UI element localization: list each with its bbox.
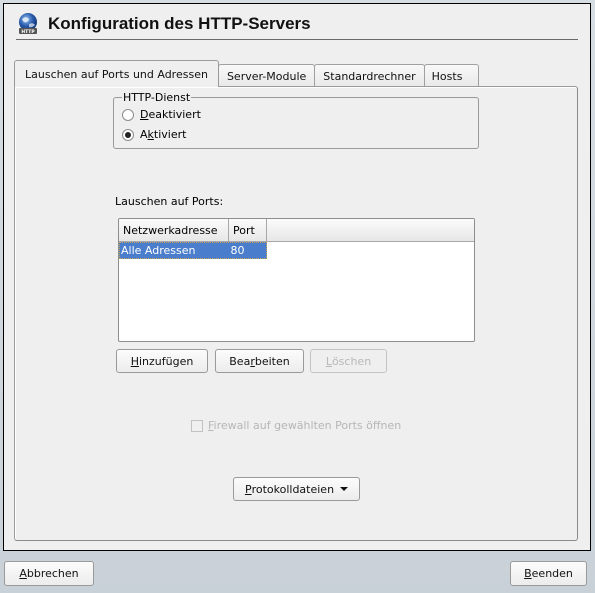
dialog-window: HTTP Konfiguration des HTTP-Servers Laus…: [3, 3, 591, 551]
cell-address: Alle Adressen: [121, 244, 196, 257]
delete-button[interactable]: Löschen: [310, 349, 387, 373]
radio-label: Deaktiviert: [140, 108, 201, 121]
firewall-label: Firewall auf gewählten Ports öffnen: [208, 419, 402, 432]
cell-port: 80: [230, 244, 245, 257]
finish-button[interactable]: Beenden: [510, 561, 587, 586]
table-header: Netzwerkadresse Port: [119, 219, 474, 242]
table-row[interactable]: Alle Adressen 80: [119, 242, 267, 259]
http-service-legend: HTTP-Dienst: [122, 91, 192, 104]
dropdown-arrow-icon: [340, 487, 349, 491]
logfiles-menu-button[interactable]: Protokolldateien: [233, 477, 360, 501]
tab-label: Lauschen auf Ports und Adressen: [25, 67, 208, 81]
dialog-header: HTTP Konfiguration des HTTP-Servers: [16, 10, 311, 38]
ports-label: Lauschen auf Ports:: [115, 195, 224, 208]
column-header-port[interactable]: Port: [229, 219, 267, 241]
http-service-group: HTTP-Dienst Deaktiviert Aktiviert: [113, 91, 479, 149]
tab-label: Server-Module: [226, 69, 307, 83]
svg-text:HTTP: HTTP: [21, 29, 35, 35]
edit-button[interactable]: Bea r beiten: [215, 349, 304, 373]
tab-label: Hosts: [431, 69, 463, 83]
dialog-title: Konfiguration des HTTP-Servers: [48, 14, 311, 33]
radio-activated[interactable]: Aktiviert: [122, 128, 186, 141]
firewall-checkbox[interactable]: [191, 419, 203, 432]
ports-table[interactable]: Netzwerkadresse Port Alle Adressen 80: [118, 218, 475, 342]
tab-panel: HTTP-Dienst Deaktiviert Aktiviert Lausch…: [14, 86, 578, 541]
add-button[interactable]: Hinzufügen: [116, 349, 208, 373]
tab-ports-addresses[interactable]: Lauschen auf Ports und Adressen: [14, 60, 219, 87]
tab-default-host[interactable]: Standardrechner: [314, 64, 425, 87]
tab-bar: Lauschen auf Ports und Adressen Server-M…: [14, 60, 479, 87]
radio-button[interactable]: [122, 108, 134, 121]
radio-button-checked[interactable]: [122, 128, 134, 141]
column-header-address[interactable]: Netzwerkadresse: [119, 219, 229, 241]
header-divider: [16, 39, 578, 40]
radio-label: Aktiviert: [140, 128, 187, 141]
http-globe-icon: HTTP: [16, 12, 40, 36]
firewall-checkbox-row[interactable]: Firewall auf gewählten Ports öffnen: [191, 419, 401, 432]
tab-server-modules[interactable]: Server-Module: [217, 64, 316, 87]
radio-deactivated[interactable]: Deaktiviert: [122, 108, 201, 121]
cancel-button[interactable]: Abbrechen: [4, 561, 94, 586]
tab-label: Standardrechner: [323, 69, 416, 83]
tab-hosts[interactable]: Hosts: [423, 64, 479, 87]
